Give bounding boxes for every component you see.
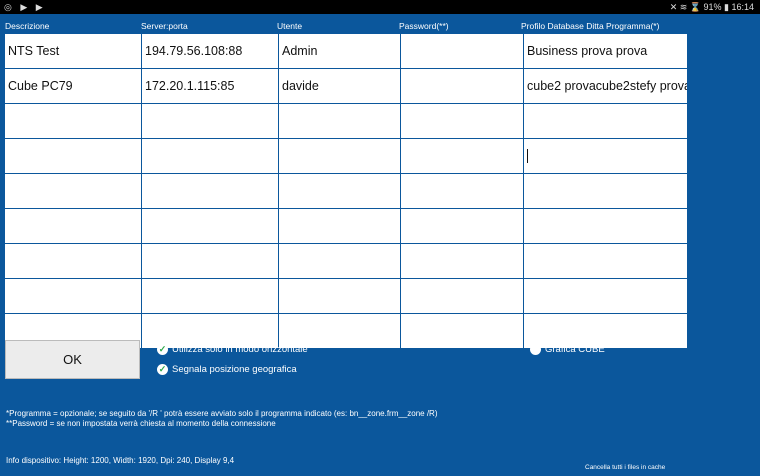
status-bar: ◎ ▶ ▶ ✕ ≋ ⌛ 91% ▮ 16:14 bbox=[0, 0, 760, 14]
header-descrizione: Descrizione bbox=[5, 21, 50, 31]
cell-profilo-input[interactable] bbox=[524, 209, 687, 243]
system-status: ✕ ≋ ⌛ 91% ▮ 16:14 bbox=[669, 2, 754, 12]
cell-server-input[interactable] bbox=[142, 139, 278, 173]
cell-password-input[interactable] bbox=[401, 174, 523, 208]
notification-icons: ◎ ▶ ▶ bbox=[4, 2, 46, 12]
cell-password-input[interactable] bbox=[401, 34, 523, 68]
cell-profilo-input[interactable]: cube2 provacube2stefy prova bbox=[524, 69, 687, 103]
connections-table: NTS Test 194.79.56.108:88 Admin Business pr… bbox=[5, 34, 687, 348]
cell-password-input[interactable] bbox=[401, 279, 523, 313]
cell-descrizione-input[interactable]: NTS Test bbox=[5, 34, 141, 68]
cell-server-input[interactable] bbox=[142, 279, 278, 313]
header-utente: Utente bbox=[277, 21, 303, 31]
geo-position-label: Segnala posizione geografica bbox=[172, 364, 297, 375]
cell-password-input[interactable] bbox=[401, 244, 523, 278]
cell-utente-input[interactable] bbox=[279, 279, 400, 313]
cell-utente-input[interactable] bbox=[279, 104, 400, 138]
cell-descrizione-input[interactable] bbox=[5, 139, 141, 173]
cell-password-input[interactable] bbox=[401, 69, 523, 103]
text-cursor bbox=[527, 149, 528, 163]
cell-utente-input[interactable] bbox=[279, 244, 400, 278]
cell-profilo-input[interactable]: Business prova prova bbox=[524, 34, 687, 68]
cell-server-input[interactable] bbox=[142, 209, 278, 243]
header-server: Server:porta bbox=[141, 21, 188, 31]
grafica-cube-label: Grafica CUBE bbox=[545, 344, 605, 355]
check-icon: ✓ bbox=[157, 344, 168, 355]
cell-password-input[interactable] bbox=[401, 209, 523, 243]
cell-password-input[interactable] bbox=[401, 104, 523, 138]
cell-server-input[interactable] bbox=[142, 314, 278, 348]
cell-descrizione-input[interactable] bbox=[5, 244, 141, 278]
cell-server-input[interactable] bbox=[142, 244, 278, 278]
horizontal-mode-label: Utilizza solo in modo orizzontale bbox=[172, 344, 308, 355]
cell-profilo-input[interactable] bbox=[524, 244, 687, 278]
cell-utente-input[interactable] bbox=[279, 209, 400, 243]
cell-profilo-input[interactable] bbox=[524, 279, 687, 313]
note-password: **Password = se non impostata verrà chie… bbox=[6, 419, 276, 428]
cell-descrizione-input[interactable] bbox=[5, 209, 141, 243]
cell-utente-input[interactable]: Admin bbox=[279, 34, 400, 68]
cell-utente-input[interactable]: davide bbox=[279, 69, 400, 103]
cell-utente-input[interactable] bbox=[279, 314, 400, 348]
cell-profilo-input[interactable] bbox=[524, 104, 687, 138]
cell-descrizione-input[interactable]: Cube PC79 bbox=[5, 69, 141, 103]
cell-profilo-input[interactable] bbox=[524, 174, 687, 208]
header-password: Password(**) bbox=[399, 21, 449, 31]
device-info: Info dispositivo: Height: 1200, Width: 1… bbox=[6, 456, 235, 465]
cell-descrizione-input[interactable] bbox=[5, 174, 141, 208]
cell-descrizione-input[interactable] bbox=[5, 279, 141, 313]
note-programma: *Programma = opzionale; se seguito da '/… bbox=[6, 409, 438, 418]
cell-descrizione-input[interactable] bbox=[5, 104, 141, 138]
cell-password-input[interactable] bbox=[401, 314, 523, 348]
cell-server-input[interactable] bbox=[142, 174, 278, 208]
cell-password-input[interactable] bbox=[401, 139, 523, 173]
cell-server-input[interactable] bbox=[142, 104, 278, 138]
geo-position-checkbox[interactable]: ✓ Segnala posizione geografica bbox=[157, 364, 297, 375]
radio-icon bbox=[530, 344, 541, 355]
grafica-cube-radio[interactable]: Grafica CUBE bbox=[530, 344, 605, 355]
horizontal-mode-checkbox[interactable]: ✓ Utilizza solo in modo orizzontale bbox=[157, 344, 308, 355]
cell-utente-input[interactable] bbox=[279, 139, 400, 173]
check-icon: ✓ bbox=[157, 364, 168, 375]
header-profilo: Profilo Database Ditta Programma(*) bbox=[521, 21, 660, 31]
cell-utente-input[interactable] bbox=[279, 174, 400, 208]
ok-button[interactable]: OK bbox=[5, 340, 140, 379]
cell-profilo-input[interactable] bbox=[524, 314, 687, 348]
cell-server-input[interactable]: 194.79.56.108:88 bbox=[142, 34, 278, 68]
clear-cache-link[interactable]: Cancella tutti i files in cache bbox=[585, 464, 665, 471]
cell-server-input[interactable]: 172.20.1.115:85 bbox=[142, 69, 278, 103]
cell-profilo-input[interactable] bbox=[524, 139, 687, 173]
